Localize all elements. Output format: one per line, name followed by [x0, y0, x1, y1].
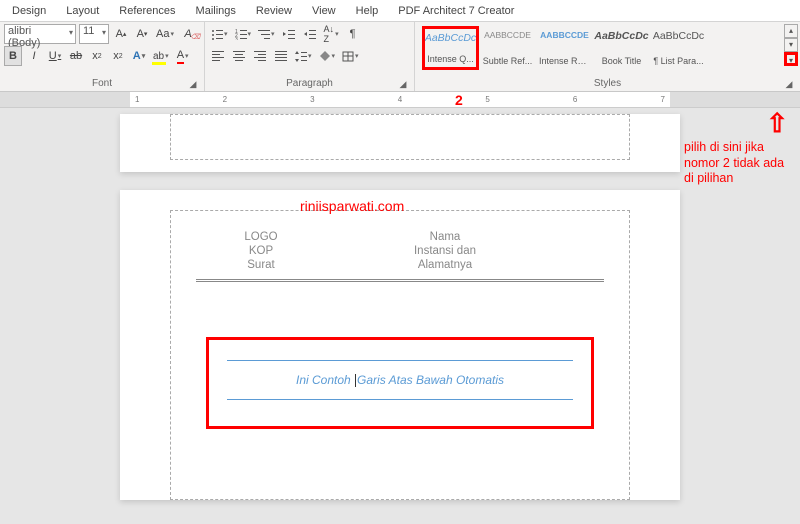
tab-references[interactable]: References — [109, 5, 185, 17]
group-font: alibri (Body) 11 A▴ A▾ Aa A⌫ B I U ab x2… — [0, 22, 205, 91]
strikethrough-button[interactable]: ab — [67, 46, 85, 66]
font-group-label: Font◢ — [4, 76, 200, 91]
letterhead-left: LOGO KOP Surat — [216, 231, 306, 271]
style-book-title[interactable]: AaBbCcDc Book Title — [593, 26, 650, 70]
style-list-paragraph[interactable]: AaBbCcDc ¶ List Para... — [650, 26, 707, 70]
tab-pdf-architect[interactable]: PDF Architect 7 Creator — [388, 5, 524, 17]
underline-button[interactable]: U — [46, 46, 64, 66]
clear-formatting-button[interactable]: A⌫ — [179, 24, 197, 44]
paragraph-group-label: Paragraph◢ — [209, 76, 410, 91]
tab-view[interactable]: View — [302, 5, 346, 17]
document-area[interactable]: LOGO KOP Surat Nama Instansi dan Alamatn… — [0, 108, 800, 524]
bullets-button[interactable] — [209, 24, 230, 44]
font-dialog-launcher[interactable]: ◢ — [188, 79, 198, 89]
horizontal-ruler[interactable]: 1234567 — [0, 92, 800, 108]
sort-button[interactable]: A↓Z — [322, 24, 341, 44]
borders-button[interactable] — [340, 46, 361, 66]
shading-button[interactable] — [317, 46, 338, 66]
text-effects-button[interactable]: A — [130, 46, 148, 66]
styles-dialog-launcher[interactable]: ◢ — [784, 79, 794, 89]
tab-review[interactable]: Review — [246, 5, 302, 17]
quote-top-line — [227, 360, 573, 361]
styles-scroll-up[interactable]: ▴ — [784, 24, 798, 38]
change-case-button[interactable]: Aa — [154, 24, 176, 44]
show-marks-button[interactable]: ¶ — [344, 24, 362, 44]
multilevel-list-button[interactable] — [256, 24, 277, 44]
ribbon: alibri (Body) 11 A▴ A▾ Aa A⌫ B I U ab x2… — [0, 22, 800, 92]
numbering-button[interactable]: 123 — [233, 24, 254, 44]
styles-gallery: AaBbCcDc Intense Q... AABBCCDE Subtle Re… — [419, 24, 796, 76]
quote-text[interactable]: Ini Contoh Garis Atas Bawah Otomatis — [227, 367, 573, 393]
align-center-button[interactable] — [230, 46, 248, 66]
style-intense-quote[interactable]: AaBbCcDc Intense Q... — [422, 26, 479, 70]
styles-group-label: Styles◢ — [419, 76, 796, 91]
letterhead: LOGO KOP Surat Nama Instansi dan Alamatn… — [196, 231, 604, 282]
align-right-button[interactable] — [251, 46, 269, 66]
tab-layout[interactable]: Layout — [56, 5, 109, 17]
decrease-indent-button[interactable] — [280, 24, 298, 44]
subscript-button[interactable]: x2 — [88, 46, 106, 66]
previous-page-bottom — [120, 114, 680, 172]
superscript-button[interactable]: x2 — [109, 46, 127, 66]
quote-bottom-line — [227, 399, 573, 400]
intense-quote-block[interactable]: Ini Contoh Garis Atas Bawah Otomatis — [206, 337, 594, 429]
align-left-button[interactable] — [209, 46, 227, 66]
style-subtle-reference[interactable]: AABBCCDE Subtle Ref... — [479, 26, 536, 70]
styles-more-button[interactable]: ▾ — [784, 52, 798, 66]
font-name-select[interactable]: alibri (Body) — [4, 24, 76, 44]
bold-button[interactable]: B — [4, 46, 22, 66]
shrink-font-button[interactable]: A▾ — [133, 24, 151, 44]
text-cursor — [355, 374, 356, 387]
letterhead-right: Nama Instansi dan Alamatnya — [306, 231, 584, 271]
style-intense-reference[interactable]: AABBCCDE Intense Re... — [536, 26, 593, 70]
line-spacing-button[interactable] — [293, 46, 314, 66]
tab-design[interactable]: Design — [2, 5, 56, 17]
group-styles: AaBbCcDc Intense Q... AABBCCDE Subtle Re… — [415, 22, 800, 91]
paragraph-dialog-launcher[interactable]: ◢ — [398, 79, 408, 89]
justify-button[interactable] — [272, 46, 290, 66]
styles-scroll: ▴ ▾ ▾ — [784, 24, 798, 66]
increase-indent-button[interactable] — [301, 24, 319, 44]
document-page[interactable]: LOGO KOP Surat Nama Instansi dan Alamatn… — [120, 190, 680, 500]
font-color-button[interactable]: A — [174, 46, 192, 66]
highlight-button[interactable]: ab — [151, 46, 171, 66]
tab-mailings[interactable]: Mailings — [186, 5, 246, 17]
svg-text:3: 3 — [235, 37, 238, 40]
group-paragraph: 123 A↓Z ¶ Paragraph◢ — [205, 22, 415, 91]
grow-font-button[interactable]: A▴ — [112, 24, 130, 44]
font-size-select[interactable]: 11 — [79, 24, 109, 44]
tab-help[interactable]: Help — [346, 5, 389, 17]
styles-scroll-down[interactable]: ▾ — [784, 38, 798, 52]
ribbon-tabs: Design Layout References Mailings Review… — [0, 0, 800, 22]
italic-button[interactable]: I — [25, 46, 43, 66]
